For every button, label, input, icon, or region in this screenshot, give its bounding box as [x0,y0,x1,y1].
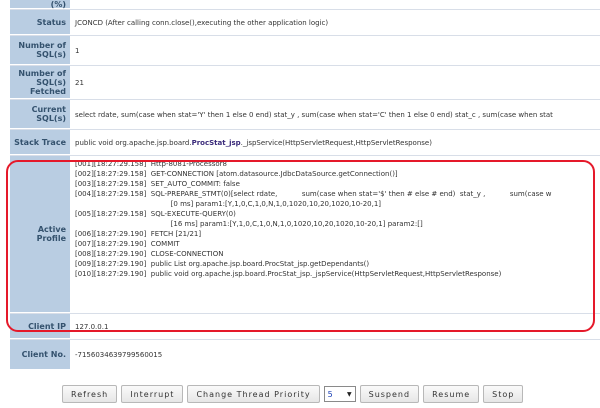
stack-trace-link[interactable]: public void org.apache.jsp.board.ProcSta… [75,139,432,147]
thread-detail-table: (%) Status JCONCD (After calling conn.cl… [10,0,600,370]
label-number-of-sql-fetched: Number of SQL(s) Fetched [10,66,70,99]
label-stack-trace: Stack Trace [10,130,70,155]
label-active-profile: Active Profile [10,156,70,313]
value-client-no: -7156034639799560015 [75,351,163,359]
profile-line: [0 ms] param1:[Y,1,0,C,1,0,N,1,0,1020,10… [75,200,382,208]
thread-priority-select[interactable]: 5 ▼ [323,386,356,402]
stop-button[interactable]: Stop [483,385,524,403]
row-active-profile: Active Profile [001][18:27:29.158] Http-… [10,156,600,314]
change-thread-priority-button[interactable]: Change Thread Priority [187,385,320,403]
active-profile-lines: [001][18:27:29.158] Http-8081-Processor8… [75,156,552,279]
row-stack-trace: Stack Trace public void org.apache.jsp.b… [10,130,600,156]
row-number-of-sql: Number of SQL(s) 1 [10,36,600,66]
row-client-ip: Client IP 127.0.0.1 [10,314,600,340]
profile-line: [009][18:27:29.190] public List org.apac… [75,260,370,268]
thread-action-toolbar: Refresh Interrupt Change Thread Priority… [62,385,524,403]
row-client-no: Client No. -7156034639799560015 [10,340,600,370]
profile-line: [006][18:27:29.190] FETCH [21/21] [75,230,202,238]
value-status: JCONCD (After calling conn.close(),execu… [75,18,329,27]
suspend-button[interactable]: Suspend [359,385,420,403]
value-number-of-sql: 1 [75,46,80,55]
profile-line: [005][18:27:29.158] SQL-EXECUTE-QUERY(0) [75,210,236,218]
value-number-of-sql-fetched: 21 [75,78,84,87]
row-current-sql: Current SQL(s) select rdate, sum(case wh… [10,100,600,130]
label-number-of-sql: Number of SQL(s) [10,36,70,65]
row-status: Status JCONCD (After calling conn.close(… [10,10,600,36]
interrupt-button[interactable]: Interrupt [121,385,184,403]
resume-button[interactable]: Resume [423,385,480,403]
profile-line: [002][18:27:29.158] GET-CONNECTION [atom… [75,170,398,178]
label-current-sql: Current SQL(s) [10,100,70,129]
row-number-of-sql-fetched: Number of SQL(s) Fetched 21 [10,66,600,100]
caret-down-icon: ▼ [346,390,352,398]
label-client-ip: Client IP [10,314,70,339]
label-cpu: (%) [10,0,70,9]
row-cpu: (%) [10,0,600,10]
label-client-no: Client No. [10,340,70,370]
profile-line: [008][18:27:29.190] CLOSE-CONNECTION [75,250,224,258]
profile-line: [001][18:27:29.158] Http-8081-Processor8 [75,160,227,168]
thread-priority-value: 5 [327,389,333,399]
value-stack-trace: public void org.apache.jsp.board.ProcSta… [70,130,600,155]
value-active-profile: [001][18:27:29.158] Http-8081-Processor8… [70,156,600,313]
refresh-button[interactable]: Refresh [62,385,118,403]
profile-line: [004][18:27:29.158] SQL-PREPARE_STMT(0)[… [75,190,552,198]
thread-detail-page: (%) Status JCONCD (After calling conn.cl… [0,0,600,408]
profile-line: [16 ms] param1:[Y,1,0,C,1,0,N,1,0,1020,1… [75,220,423,228]
profile-line: [010][18:27:29.190] public void org.apac… [75,270,502,278]
label-status: Status [10,10,70,35]
value-current-sql: select rdate, sum(case when stat='Y' the… [75,110,553,119]
profile-line: [003][18:27:29.158] SET_AUTO_COMMIT: fal… [75,180,240,188]
value-client-ip: 127.0.0.1 [75,322,109,331]
profile-line: [007][18:27:29.190] COMMIT [75,240,180,248]
